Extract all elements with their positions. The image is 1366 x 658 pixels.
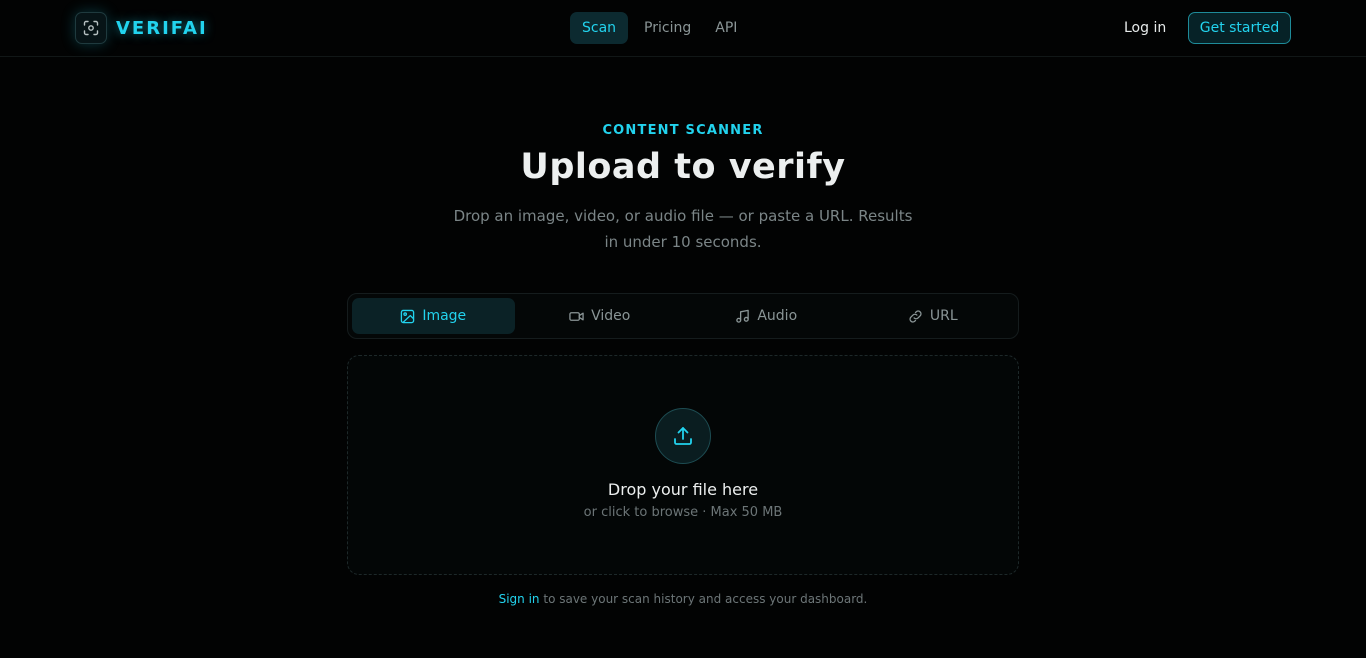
tab-audio-label: Audio — [757, 308, 798, 324]
dropzone-title: Drop your file here — [607, 480, 759, 499]
main-nav: Scan Pricing API — [570, 12, 749, 44]
signin-note-text: to save your scan history and access you… — [539, 592, 868, 606]
music-icon — [735, 309, 750, 324]
video-icon — [569, 309, 584, 324]
tab-video-label: Video — [591, 308, 631, 324]
link-icon — [908, 309, 923, 324]
tab-image[interactable]: Image — [352, 298, 515, 334]
upload-icon — [655, 408, 711, 464]
brand-name: VERIFAI — [116, 17, 208, 39]
tab-audio[interactable]: Audio — [685, 298, 848, 334]
nav-item-pricing[interactable]: Pricing — [632, 12, 703, 44]
login-link[interactable]: Log in — [1112, 12, 1178, 44]
page-title: Upload to verify — [520, 147, 846, 187]
scan-focus-icon — [75, 12, 107, 44]
dropzone-subtitle: or click to browse · Max 50 MB — [583, 505, 783, 520]
tab-url-label: URL — [929, 308, 958, 324]
tab-url[interactable]: URL — [852, 298, 1015, 334]
get-started-button[interactable]: Get started — [1188, 12, 1291, 44]
top-nav-bar: VERIFAI Scan Pricing API Log in Get star… — [0, 0, 1366, 57]
tab-video[interactable]: Video — [519, 298, 682, 334]
brand-logo[interactable]: VERIFAI — [75, 12, 208, 44]
signin-note: Sign in to save your scan history and ac… — [0, 592, 1366, 606]
nav-item-scan[interactable]: Scan — [570, 12, 629, 44]
tab-image-label: Image — [422, 308, 467, 324]
image-icon — [400, 309, 415, 324]
nav-item-api[interactable]: API — [703, 12, 749, 44]
file-dropzone[interactable]: Drop your file here or click to browse ·… — [347, 355, 1019, 575]
sign-in-link[interactable]: Sign in — [499, 592, 540, 606]
section-eyebrow: CONTENT SCANNER — [602, 123, 764, 138]
page-subtitle: Drop an image, video, or audio file — or… — [453, 207, 913, 251]
media-type-tabs: Image Video Audio URL — [347, 293, 1019, 339]
